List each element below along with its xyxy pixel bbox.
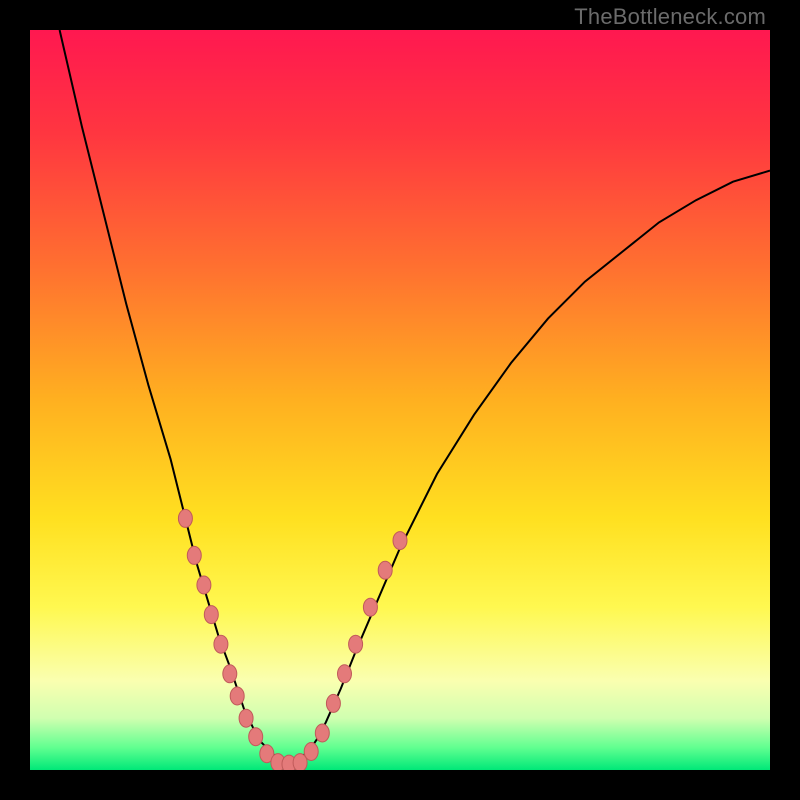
chart-frame <box>0 0 800 800</box>
watermark-text: TheBottleneck.com <box>574 4 766 30</box>
